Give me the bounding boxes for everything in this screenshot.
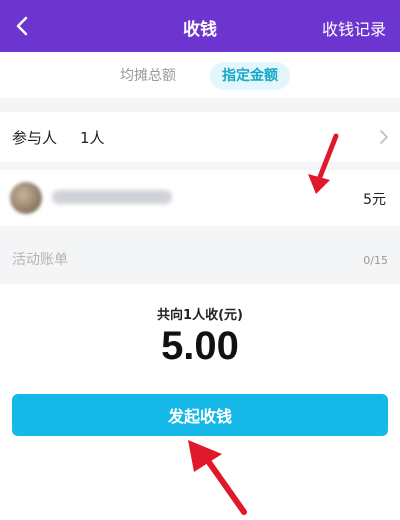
start-collect-button[interactable]: 发起收钱 [12,394,388,436]
chevron-right-icon [380,130,388,144]
summary-panel: 共向1人收(元) 5.00 发起收钱 [0,284,400,520]
total-label: 共向1人收(元) [157,308,243,323]
tab-split-evenly[interactable]: 均摊总额 [108,62,188,90]
memo-row: 0/15 [0,238,400,284]
memo-input[interactable] [12,252,312,268]
participants-row[interactable]: 参与人 1人 [0,112,400,162]
participants-count: 1人 [80,129,105,147]
member-amount[interactable]: 5元 [363,189,386,209]
total-amount: 5.00 [161,324,239,368]
participants-label: 参与人 [12,129,58,147]
memo-char-counter: 0/15 [363,254,388,267]
member-name-blurred [52,190,172,204]
member-row[interactable]: 5元 [0,170,400,226]
tab-fixed-amount[interactable]: 指定金额 [210,62,290,90]
avatar [10,182,42,214]
top-bar: 收钱 收钱记录 [0,0,400,52]
mode-tabs: 均摊总额 指定金额 [0,52,400,98]
collect-records-link[interactable]: 收钱记录 [322,16,386,40]
